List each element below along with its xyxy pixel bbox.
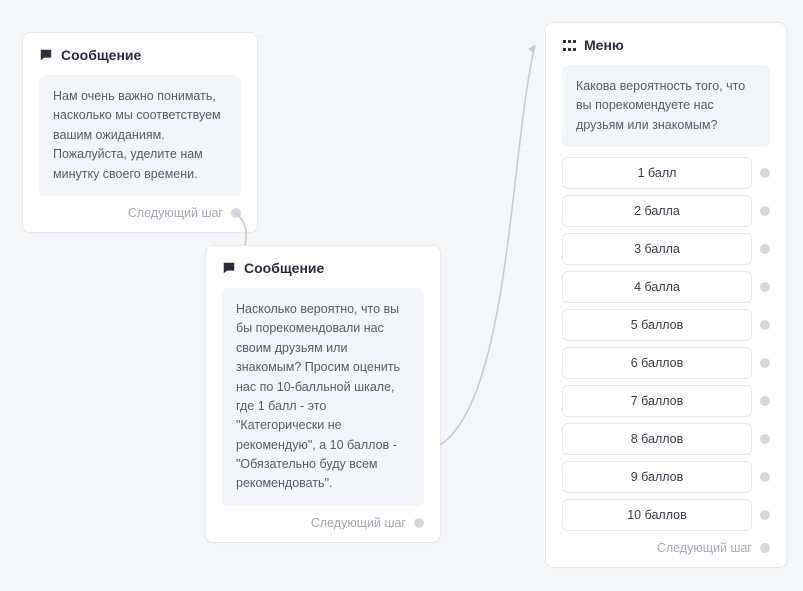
card-body: Какова вероятность того, что вы порекоме… [562,65,770,147]
connector-dot[interactable] [760,510,770,520]
connector-out-dot[interactable] [760,543,770,553]
menu-option: 4 балла [562,271,770,303]
card-body: Насколько вероятно, что вы бы порекоменд… [222,288,424,506]
next-step-label: Следующий шаг [128,206,223,220]
option-button[interactable]: 5 баллов [562,309,752,341]
menu-option: 10 баллов [562,499,770,531]
card-footer: Следующий шаг [562,541,770,555]
option-button[interactable]: 3 балла [562,233,752,265]
option-button[interactable]: 10 баллов [562,499,752,531]
connector-dot[interactable] [760,320,770,330]
message-icon [39,48,53,62]
connector-dot[interactable] [760,206,770,216]
option-button[interactable]: 6 баллов [562,347,752,379]
connector-out-dot[interactable] [231,208,241,218]
connector-dot[interactable] [760,168,770,178]
option-button[interactable]: 7 баллов [562,385,752,417]
option-button[interactable]: 2 балла [562,195,752,227]
card-title: Сообщение [61,47,141,63]
connector-dot[interactable] [760,472,770,482]
menu-card[interactable]: Меню Какова вероятность того, что вы пор… [545,22,787,568]
card-footer: Следующий шаг [39,206,241,220]
menu-option: 5 баллов [562,309,770,341]
card-header: Меню [562,37,770,53]
message-icon [222,261,236,275]
option-button[interactable]: 4 балла [562,271,752,303]
menu-option: 3 балла [562,233,770,265]
connector-out-dot[interactable] [414,518,424,528]
message-card-1[interactable]: Сообщение Нам очень важно понимать, наск… [22,32,258,233]
connector-dot[interactable] [760,244,770,254]
message-card-2[interactable]: Сообщение Насколько вероятно, что вы бы … [205,245,441,543]
card-footer: Следующий шаг [222,516,424,530]
menu-options: 1 балл 2 балла 3 балла 4 балла 5 баллов … [562,157,770,531]
card-body: Нам очень важно понимать, насколько мы с… [39,75,241,196]
next-step-label: Следующий шаг [311,516,406,530]
card-header: Сообщение [39,47,241,63]
connector-dot[interactable] [760,434,770,444]
option-button[interactable]: 9 баллов [562,461,752,493]
connector-dot[interactable] [760,282,770,292]
option-button[interactable]: 1 балл [562,157,752,189]
card-title: Меню [584,37,624,53]
menu-option: 1 балл [562,157,770,189]
connector-dot[interactable] [760,358,770,368]
menu-option: 2 балла [562,195,770,227]
menu-option: 9 баллов [562,461,770,493]
menu-option: 6 баллов [562,347,770,379]
connector-dot[interactable] [760,396,770,406]
menu-option: 8 баллов [562,423,770,455]
menu-grid-icon [562,38,576,52]
next-step-label: Следующий шаг [657,541,752,555]
card-header: Сообщение [222,260,424,276]
card-title: Сообщение [244,260,324,276]
menu-option: 7 баллов [562,385,770,417]
option-button[interactable]: 8 баллов [562,423,752,455]
